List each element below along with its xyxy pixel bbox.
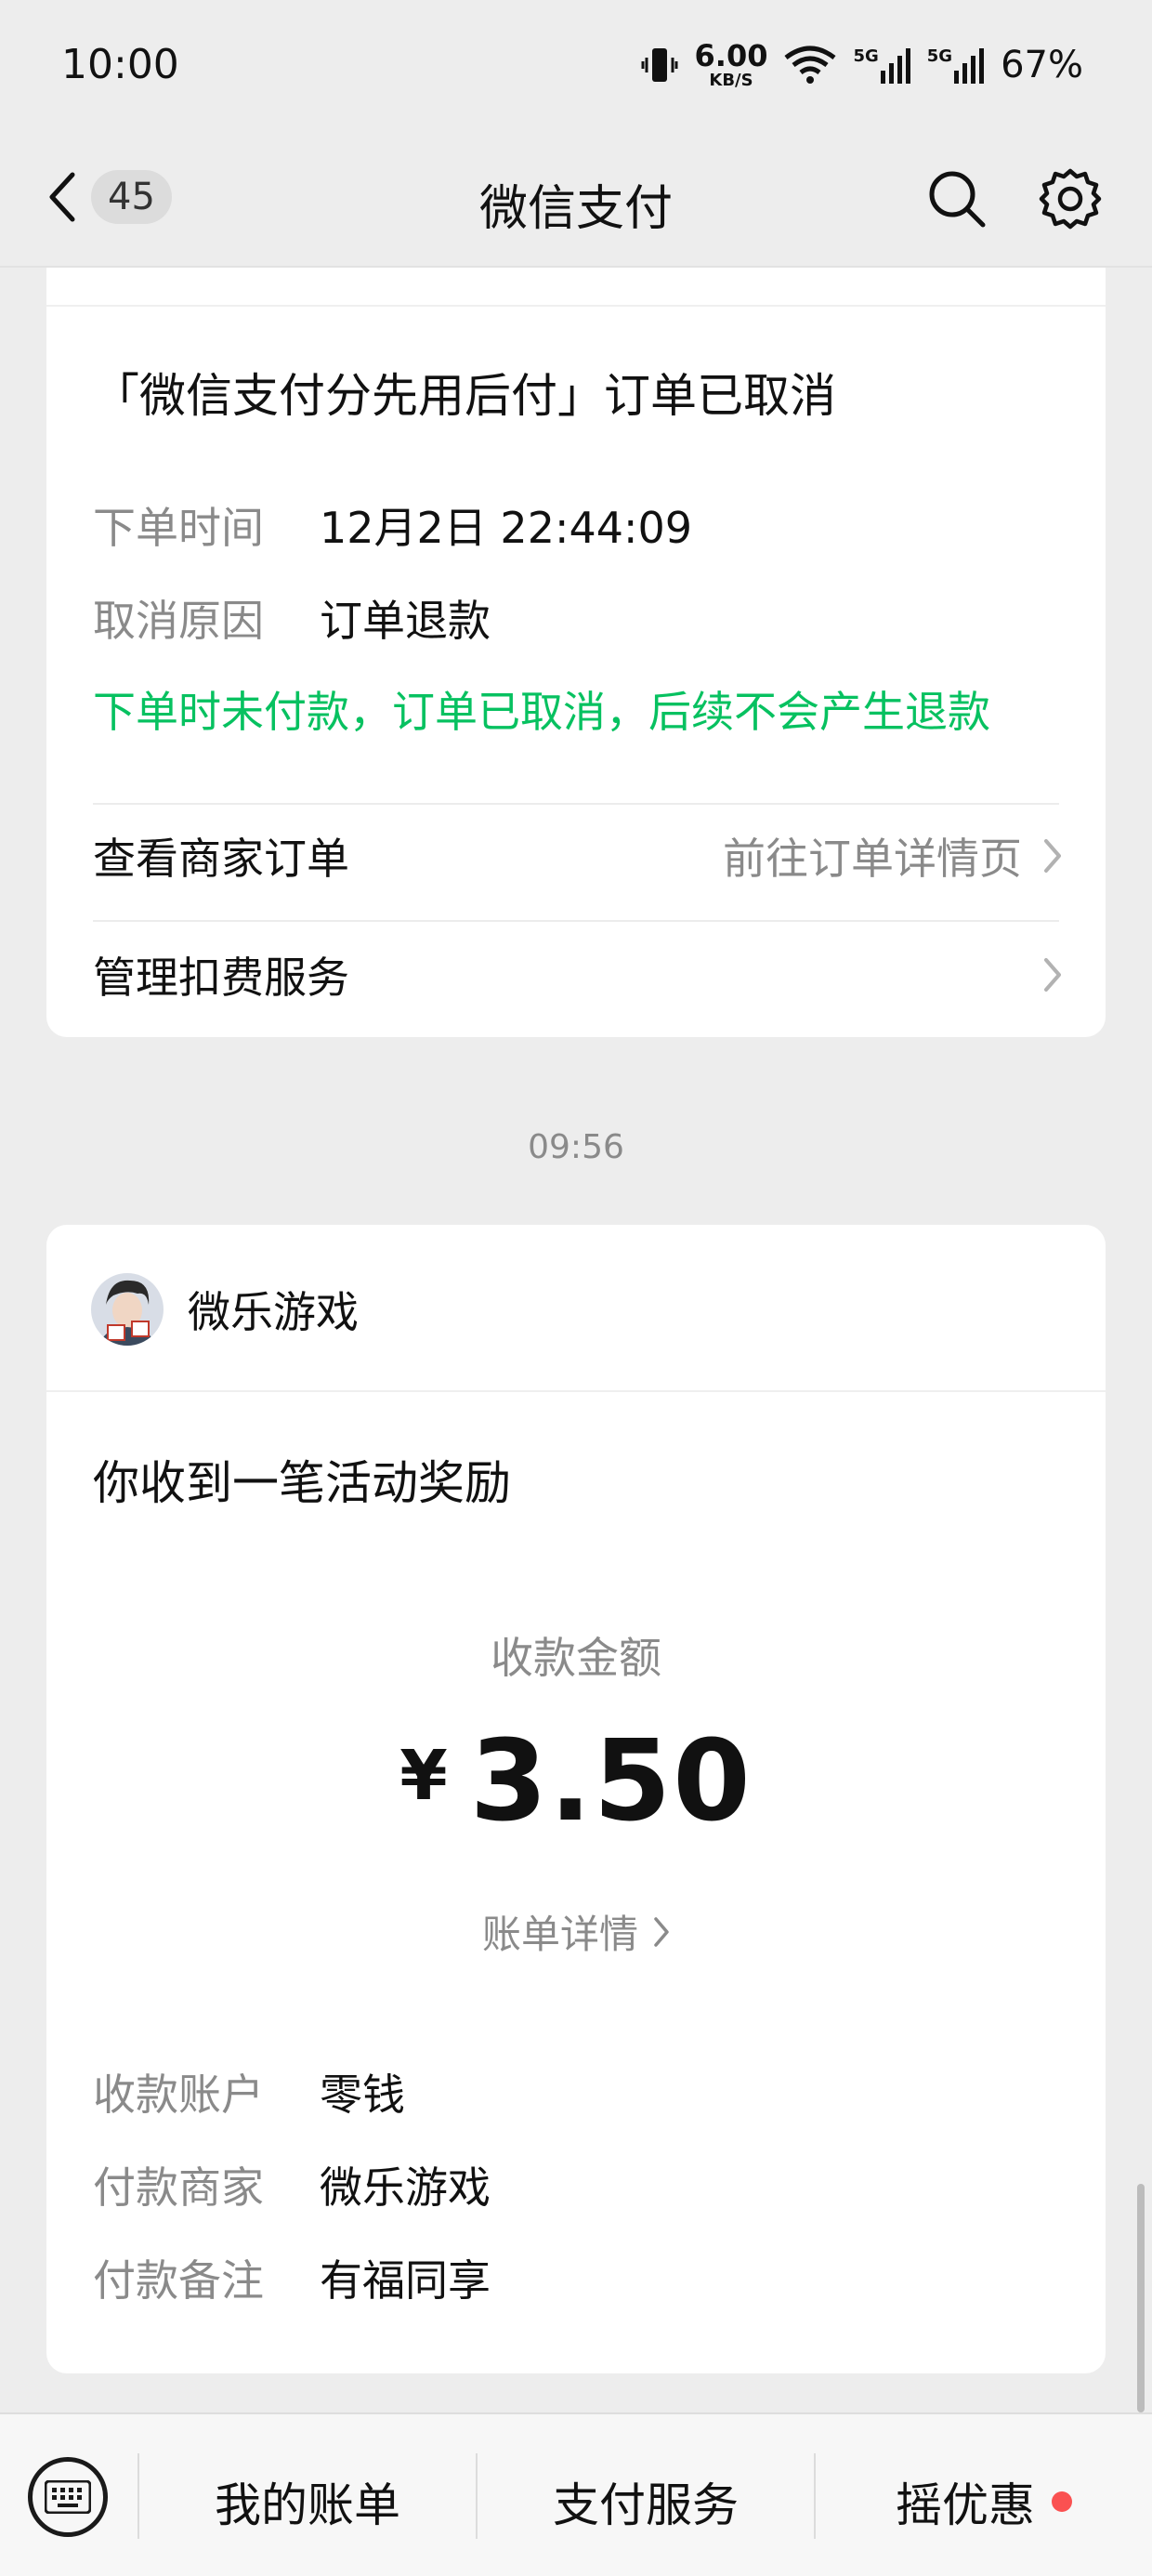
sim2-label: 5G: [926, 46, 953, 66]
cancel-reason-row: 取消原因 订单退款: [93, 587, 491, 649]
cancel-reason-value: 订单退款: [320, 596, 491, 646]
keyboard-toggle-button[interactable]: [28, 2457, 108, 2537]
payment-remark-value: 有福同享: [320, 2255, 491, 2306]
currency-symbol: ¥: [399, 1736, 448, 1816]
view-merchant-order-link[interactable]: 查看商家订单 前往订单详情页: [93, 805, 1063, 907]
vibrate-icon: [641, 48, 678, 82]
receiving-account-label: 收款账户: [93, 2070, 264, 2120]
wifi-icon: [784, 46, 836, 84]
notification-dot: [1052, 2491, 1072, 2512]
chevron-right-icon: [1044, 839, 1061, 873]
cancel-note: 下单时未付款，订单已取消，后续不会产生退款: [93, 687, 990, 737]
menu-my-bills[interactable]: 我的账单: [139, 2468, 476, 2535]
order-time-label: 下单时间: [93, 503, 264, 553]
signal-bars-icon: [954, 48, 985, 84]
divider: [93, 920, 1059, 922]
search-button[interactable]: [925, 167, 988, 230]
search-icon: [929, 171, 986, 228]
battery-level: 67%: [1001, 44, 1083, 86]
order-time-value: 12月2日 22:44:09: [320, 503, 693, 553]
chevron-right-icon: [1044, 958, 1061, 992]
bottom-menu-bar: 我的账单 支付服务 摇优惠: [0, 2412, 1152, 2576]
payment-remark-row: 付款备注 有福同享: [93, 2247, 491, 2308]
manage-deduction-service-link[interactable]: 管理扣费服务: [93, 924, 1063, 1026]
status-icons: 6.00 KB/S 5G 5G 67%: [639, 41, 1083, 89]
sim1-label: 5G: [853, 46, 879, 66]
scrollbar[interactable]: [1137, 2184, 1145, 2412]
bill-details-label: 账单详情: [481, 1912, 638, 1957]
settings-button[interactable]: [1037, 165, 1104, 232]
order-cancelled-card: 「微信支付分先用后付」订单已取消 下单时间 12月2日 22:44:09 取消原…: [46, 268, 1106, 1037]
menu-shake-offers[interactable]: 摇优惠: [816, 2468, 1152, 2535]
amount-value: 3.50: [469, 1717, 753, 1847]
view-merchant-order-label: 查看商家订单: [93, 834, 349, 884]
receiving-account-value: 零钱: [320, 2070, 405, 2120]
receiving-account-row: 收款账户 零钱: [93, 2061, 405, 2123]
status-bar: 10:00 6.00 KB/S 5G 5G 67%: [0, 0, 1152, 130]
merchant-name: 微乐游戏: [188, 1287, 359, 1337]
manage-deduction-label: 管理扣费服务: [93, 953, 349, 1003]
keyboard-icon: [45, 2480, 91, 2514]
message-timestamp: 09:56: [528, 1128, 624, 1166]
order-card-title: 「微信支付分先用后付」订单已取消: [93, 369, 836, 423]
menu-payment-services-label: 支付服务: [553, 2478, 739, 2532]
merchant-avatar: [91, 1273, 164, 1346]
menu-shake-offers-label: 摇优惠: [896, 2478, 1035, 2532]
amount-label: 收款金额: [491, 1633, 661, 1683]
view-merchant-order-hint: 前往订单详情页: [723, 834, 1022, 884]
payment-card-title: 你收到一笔活动奖励: [93, 1456, 511, 1510]
net-speed-value: 6.00: [694, 38, 768, 73]
manage-deduction-hint-group: [1042, 956, 1063, 993]
card-divider: [46, 1390, 1106, 1392]
payment-remark-label: 付款备注: [93, 2255, 264, 2306]
order-time-row: 下单时间 12月2日 22:44:09: [93, 494, 692, 556]
menu-payment-services[interactable]: 支付服务: [478, 2468, 814, 2535]
wechat-pay-chat-screen: 10:00 6.00 KB/S 5G 5G 67% 45 微信支付 「微信支付分…: [0, 0, 1152, 2576]
payer-merchant-value: 微乐游戏: [320, 2162, 491, 2213]
chevron-right-icon: [654, 1916, 669, 1947]
bill-details-link[interactable]: 账单详情: [46, 1903, 1106, 1960]
merchant-header[interactable]: 微乐游戏: [91, 1273, 359, 1346]
signal-bars-icon: [880, 48, 910, 84]
avatar-image: [91, 1273, 164, 1346]
gear-icon: [1039, 168, 1102, 230]
signal-sim2: 5G: [927, 46, 986, 84]
signal-sim1: 5G: [853, 46, 911, 84]
cancel-reason-label: 取消原因: [93, 596, 264, 646]
payer-merchant-row: 付款商家 微乐游戏: [93, 2154, 491, 2215]
status-time: 10:00: [61, 41, 179, 88]
amount-display: ¥ 3.50: [46, 1727, 1106, 1838]
card-divider: [46, 305, 1106, 307]
network-speed: 6.00 KB/S: [695, 41, 768, 89]
chat-header: 45 微信支付: [0, 130, 1152, 268]
menu-my-bills-label: 我的账单: [215, 2478, 400, 2532]
payment-received-card[interactable]: 微乐游戏 你收到一笔活动奖励 收款金额 ¥ 3.50 账单详情 收款账户 零钱 …: [46, 1225, 1106, 2373]
payer-merchant-label: 付款商家: [93, 2162, 264, 2213]
view-merchant-order-hint-group: 前往订单详情页: [723, 825, 1063, 887]
net-speed-unit: KB/S: [709, 71, 753, 90]
